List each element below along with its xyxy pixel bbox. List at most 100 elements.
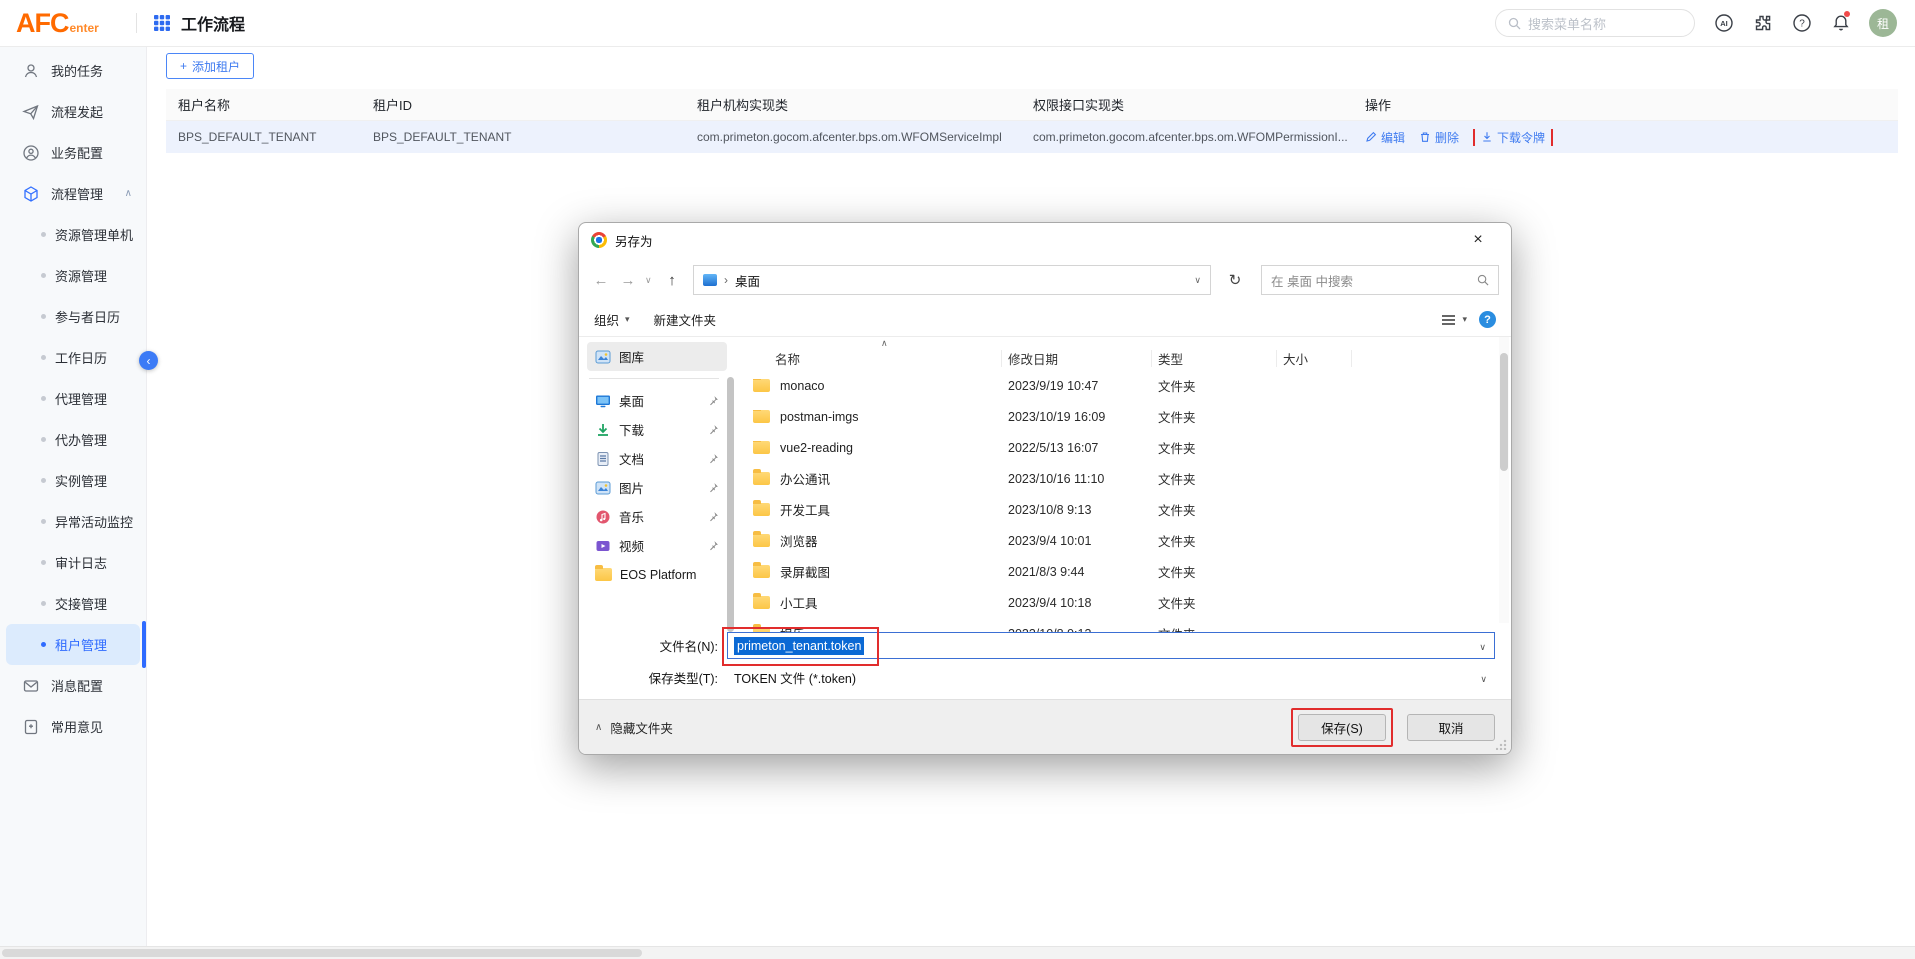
page-horizontal-scrollbar[interactable] (0, 946, 1915, 959)
search-icon (1477, 274, 1489, 286)
close-icon[interactable]: × (1459, 223, 1497, 257)
ai-assistant-icon[interactable]: AI (1713, 13, 1734, 34)
edit-link[interactable]: 编辑 (1365, 129, 1405, 146)
afcenter-logo[interactable]: AFC enter (0, 8, 120, 39)
sidebar-collapse-button[interactable]: ‹ (139, 351, 158, 370)
sidebar-item-proxy-mgmt[interactable]: 代理管理 (6, 378, 140, 419)
download-token-link[interactable]: 下载令牌 (1481, 129, 1545, 146)
organize-label: 组织 (594, 310, 619, 329)
list-item[interactable]: 录屏截图 2021/8/3 9:44 文件夹 (747, 556, 1511, 587)
table-row[interactable]: BPS_DEFAULT_TENANT BPS_DEFAULT_TENANT co… (166, 121, 1898, 153)
place-gallery[interactable]: 图库 (587, 342, 727, 371)
dialog-search-input[interactable]: 在 桌面 中搜索 (1261, 265, 1499, 295)
filename-input[interactable]: primeton_tenant.token ∨ (727, 632, 1495, 659)
col-size[interactable]: 大小 (1277, 350, 1352, 367)
sidebar-item-todo-mgmt[interactable]: 代办管理 (6, 419, 140, 460)
back-button[interactable]: ← (591, 272, 611, 289)
col-name[interactable]: 名称 (747, 350, 1002, 367)
cancel-button[interactable]: 取消 (1407, 714, 1495, 741)
sidebar-item-business-config[interactable]: 业务配置 (0, 132, 146, 173)
place-pictures[interactable]: 图片 (587, 473, 727, 502)
scrollbar-thumb[interactable] (1500, 353, 1508, 471)
dialog-title: 另存为 (615, 231, 653, 250)
organize-menu[interactable]: 组织 ▾ (594, 310, 630, 329)
view-mode-button[interactable]: ▾ (1441, 313, 1467, 327)
sidebar-item-message-config[interactable]: 消息配置 (0, 665, 146, 706)
help-icon[interactable]: ? (1791, 13, 1812, 34)
recent-locations-chevron[interactable]: ∨ (645, 275, 655, 286)
place-desktop[interactable]: 桌面 (587, 386, 727, 415)
sidebar-subitem-label: 实例管理 (55, 471, 107, 490)
col-date-modified[interactable]: 修改日期 (1002, 350, 1152, 367)
bullet-dot (41, 642, 46, 647)
up-button[interactable]: ↑ (662, 272, 682, 289)
list-item[interactable]: 开发工具 2023/10/8 9:13 文件夹 (747, 494, 1511, 525)
file-list-scrollbar[interactable] (1499, 337, 1509, 623)
forward-button[interactable]: → (618, 272, 638, 289)
add-tenant-button[interactable]: + 添加租户 (166, 53, 254, 79)
col-type[interactable]: 类型 (1152, 350, 1277, 367)
dialog-body: 图库 桌面 下载 文档 (579, 337, 1511, 623)
place-downloads[interactable]: 下载 (587, 415, 727, 444)
place-documents[interactable]: 文档 (587, 444, 727, 473)
savetype-label: 保存类型(T): (579, 668, 727, 687)
breadcrumb-location[interactable]: 桌面 (735, 271, 760, 290)
address-dropdown-chevron[interactable]: ∨ (1194, 275, 1201, 286)
scrollbar-thumb[interactable] (2, 949, 642, 957)
address-bar[interactable]: › 桌面 ∨ (693, 265, 1211, 295)
place-eos-platform[interactable]: EOS Platform (587, 560, 727, 589)
list-item[interactable]: 小工具 2023/9/4 10:18 文件夹 (747, 587, 1511, 618)
save-button[interactable]: 保存(S) (1298, 714, 1386, 741)
savetype-select[interactable]: TOKEN 文件 (*.token) ∨ (727, 665, 1495, 690)
list-item[interactable]: postman-imgs 2023/10/19 16:09 文件夹 (747, 401, 1511, 432)
sidebar-item-process-initiate[interactable]: 流程发起 (0, 91, 146, 132)
hide-folders-label: 隐藏文件夹 (610, 718, 673, 737)
list-item[interactable]: monaco 2023/9/19 10:47 文件夹 (747, 370, 1511, 401)
sidebar-item-process-mgmt[interactable]: 流程管理 ∧ (0, 173, 146, 214)
grid-menu-icon[interactable] (153, 14, 171, 32)
sidebar-item-common-opinions[interactable]: 常用意见 (0, 706, 146, 747)
avatar-text: 租 (1877, 15, 1889, 32)
sidebar-item-work-calendar[interactable]: 工作日历 (6, 337, 140, 378)
menu-search-input[interactable]: 搜索菜单名称 (1495, 9, 1695, 37)
place-music[interactable]: 音乐 (587, 502, 727, 531)
tenant-table: 租户名称 租户ID 租户机构实现类 权限接口实现类 操作 BPS_DEFAULT… (166, 89, 1898, 153)
sidebar-item-abnormal-activity-monitor[interactable]: 异常活动监控 (6, 501, 140, 542)
envelope-icon (22, 677, 40, 695)
user-avatar[interactable]: 租 (1869, 9, 1897, 37)
chevron-down-icon[interactable]: ∨ (1479, 642, 1486, 653)
collapse-chevron-icon: ‹ (147, 354, 151, 368)
dialog-help-icon[interactable]: ? (1479, 311, 1496, 328)
place-videos[interactable]: 视频 (587, 531, 727, 560)
sidebar-item-label: 业务配置 (51, 143, 103, 162)
sidebar-item-resource-mgmt[interactable]: 资源管理 (6, 255, 140, 296)
dialog-titlebar[interactable]: 另存为 × (579, 223, 1511, 257)
folder-icon (753, 410, 770, 423)
refresh-icon[interactable]: ↻ (1222, 271, 1248, 289)
list-item[interactable]: 浏览器 2023/9/4 10:01 文件夹 (747, 525, 1511, 556)
bullet-dot (41, 437, 46, 442)
sidebar-item-resource-mgmt-standalone[interactable]: 资源管理单机 (6, 214, 140, 255)
new-folder-button[interactable]: 新建文件夹 (654, 310, 717, 329)
hide-folders-button[interactable]: ∧ 隐藏文件夹 (595, 718, 673, 737)
sidebar-subitem-label: 审计日志 (55, 553, 107, 572)
sidebar-item-my-tasks[interactable]: 我的任务 (0, 50, 146, 91)
sidebar-item-participant-calendar[interactable]: 参与者日历 (6, 296, 140, 337)
delete-link[interactable]: 删除 (1419, 129, 1459, 146)
sidebar-item-tenant-mgmt[interactable]: 租户管理 (6, 624, 140, 665)
place-label: 音乐 (619, 507, 644, 526)
chrome-icon (591, 232, 607, 248)
sidebar-item-instance-mgmt[interactable]: 实例管理 (6, 460, 140, 501)
file-type: 文件夹 (1152, 407, 1277, 426)
sidebar-item-audit-log[interactable]: 审计日志 (6, 542, 140, 583)
resize-grip[interactable] (1496, 739, 1507, 750)
notification-bell-icon[interactable] (1830, 13, 1851, 34)
list-item[interactable]: vue2-reading 2022/5/13 16:07 文件夹 (747, 432, 1511, 463)
pin-icon (708, 540, 719, 551)
list-item[interactable]: 办公通讯 2023/10/16 11:10 文件夹 (747, 463, 1511, 494)
cell-org-impl-class: com.primeton.gocom.afcenter.bps.om.WFOMS… (685, 130, 1021, 144)
plugin-puzzle-icon[interactable] (1752, 13, 1773, 34)
trash-icon (1419, 131, 1431, 143)
folder-icon (753, 441, 770, 454)
sidebar-item-handover-mgmt[interactable]: 交接管理 (6, 583, 140, 624)
